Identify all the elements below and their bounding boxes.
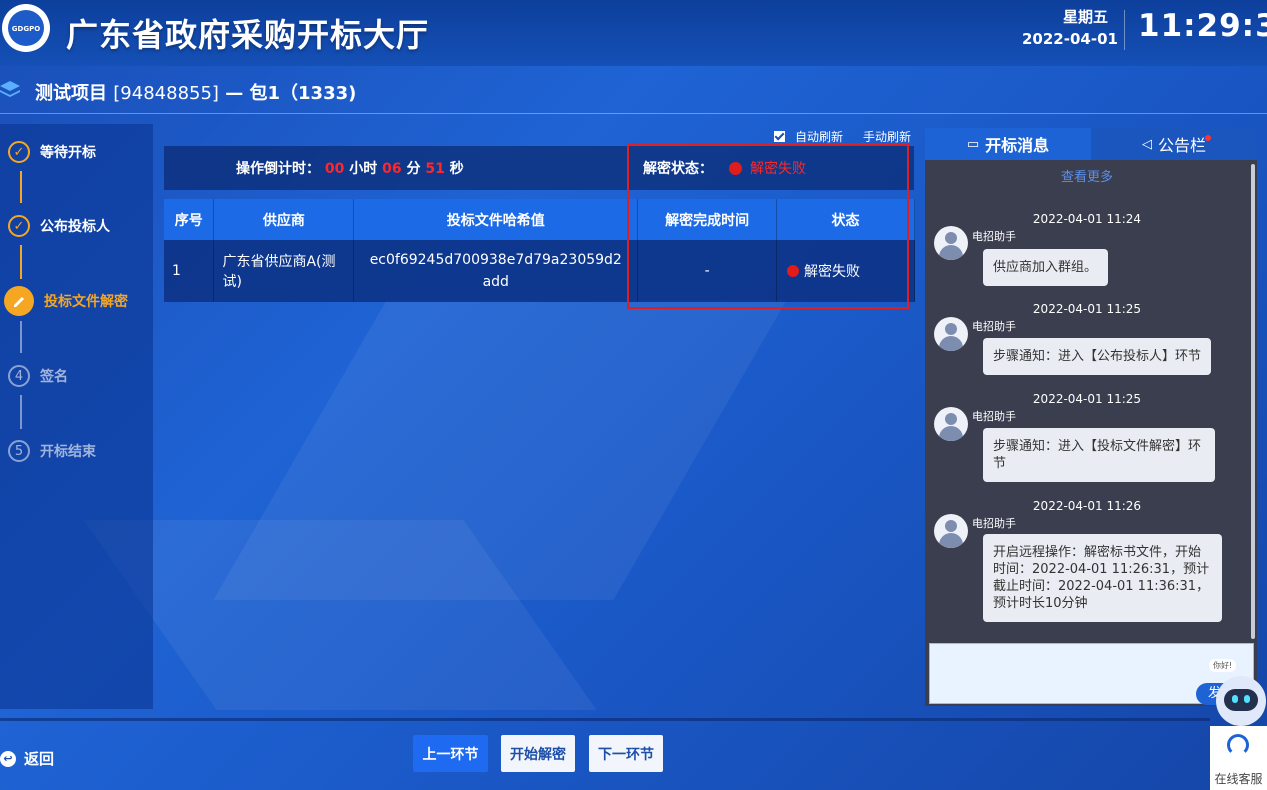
cell-hash: ec0f69245d700938e7d79a23059d2add [353,240,639,302]
countdown-label: 操作倒计时： [236,161,320,177]
start-decrypt-button[interactable]: 开始解密 [501,735,575,772]
step-label: 签名 [40,369,68,385]
step-label: 投标文件解密 [44,294,128,310]
countdown: 操作倒计时： 00 小时 06 分 51 秒 [236,158,464,178]
step-label: 公布投标人 [40,219,110,235]
divider [0,113,1267,114]
check-icon: ✓ [8,215,30,237]
date: 2022-04-01 [1022,30,1118,48]
avatar-icon [934,226,968,260]
step-sign: 4 签名 [8,363,68,389]
step-number: 4 [8,365,30,387]
step-connector [20,395,22,429]
step-connector [20,171,22,203]
back-arrow-icon: ↩ [0,750,16,767]
step-finish: 5 开标结束 [8,438,96,464]
clock: 11:29:39 [1138,8,1267,44]
notification-dot [1205,135,1211,141]
countdown-hours: 00 [324,161,345,177]
avatar-icon [934,514,968,548]
message-sender: 电招助手 [972,320,1016,333]
col-hash: 投标文件哈希值 [353,199,639,240]
step-panel: ✓ 等待开标 ✓ 公布投标人 投标文件解密 4 签名 5 开标结束 [0,124,153,709]
message-bubble: 步骤通知：进入【公布投标人】环节 [983,338,1211,375]
avatar-icon [934,317,968,351]
tab-label: 开标消息 [985,136,1050,155]
message-bubble: 供应商加入群组。 [983,249,1108,286]
cell-supplier: 广东省供应商A(测试) [213,240,355,302]
weekday: 星期五 [1063,8,1109,26]
view-more-link[interactable]: 查看更多 [925,166,1249,185]
minutes-unit: 分 [406,161,421,177]
message-time: 2022-04-01 11:25 [1032,302,1142,316]
chat-panel: ▭ 开标消息 ◁ 公告栏 查看更多 2022-04-01 11:24 电招助手 … [925,128,1257,706]
online-service-label: 在线客服 [1214,772,1263,786]
col-index: 序号 [164,199,215,240]
chat-tabs: ▭ 开标消息 ◁ 公告栏 [925,128,1257,160]
prev-step-button[interactable]: 上一环节 [413,735,488,772]
next-step-button[interactable]: 下一环节 [589,735,663,772]
project-code: [94848855] [113,83,219,104]
hours-unit: 小时 [349,161,378,177]
cell-index: 1 [164,240,215,302]
message-time: 2022-04-01 11:26 [1032,499,1142,513]
message-bubble: 开启远程操作：解密标书文件，开始时间：2022-04-01 11:26:31，预… [983,534,1222,622]
message-time: 2022-04-01 11:24 [1032,212,1142,226]
project-title: 测试项目 [94848855] — 包1（1333) [35,79,356,105]
message-sender: 电招助手 [972,410,1016,423]
message-sender: 电招助手 [972,517,1016,530]
speaker-icon: ◁ [1141,136,1152,152]
layers-icon [0,81,20,97]
robot-assistant-icon[interactable] [1216,676,1266,726]
tab-bid-messages[interactable]: ▭ 开标消息 [925,128,1091,160]
scrollbar[interactable] [1251,164,1255,639]
seconds-unit: 秒 [449,161,464,177]
headset-icon [1227,734,1249,756]
header-divider [1124,10,1125,50]
message-icon: ▭ [966,136,980,152]
app-header: GDGPO 广东省政府采购开标大厅 星期五 2022-04-01 11:29:3… [0,0,1267,66]
step-label: 开标结束 [40,444,96,460]
app-title: 广东省政府采购开标大厅 [66,16,430,54]
tab-label: 公告栏 [1157,136,1206,155]
robot-greeting: 你好! [1209,659,1237,672]
step-connector [20,321,22,353]
step-waiting: ✓ 等待开标 [8,139,96,165]
step-decrypt: 投标文件解密 [4,286,128,316]
online-service-button[interactable]: 在线客服 [1210,726,1267,790]
checkbox-checked-icon[interactable] [774,131,785,142]
tab-notice-board[interactable]: ◁ 公告栏 [1091,128,1257,160]
step-publish-bidders: ✓ 公布投标人 [8,213,110,239]
step-connector [20,245,22,279]
back-label: 返回 [24,750,55,768]
project-package: — 包1（1333) [225,83,357,104]
avatar-icon [934,407,968,441]
check-icon: ✓ [8,141,30,163]
footer-divider [0,718,1210,721]
col-supplier: 供应商 [213,199,355,240]
gdgpo-logo: GDGPO [2,4,50,52]
countdown-minutes: 06 [382,161,402,177]
project-name: 测试项目 [35,83,107,104]
highlight-box [627,143,909,309]
countdown-seconds: 51 [425,161,445,177]
message-sender: 电招助手 [972,230,1016,243]
message-time: 2022-04-01 11:25 [1032,392,1142,406]
step-number: 5 [8,440,30,462]
pencil-icon [4,286,34,316]
back-button[interactable]: ↩ 返回 [0,748,54,769]
message-bubble: 步骤通知：进入【投标文件解密】环节 [983,428,1215,482]
step-label: 等待开标 [40,145,96,161]
